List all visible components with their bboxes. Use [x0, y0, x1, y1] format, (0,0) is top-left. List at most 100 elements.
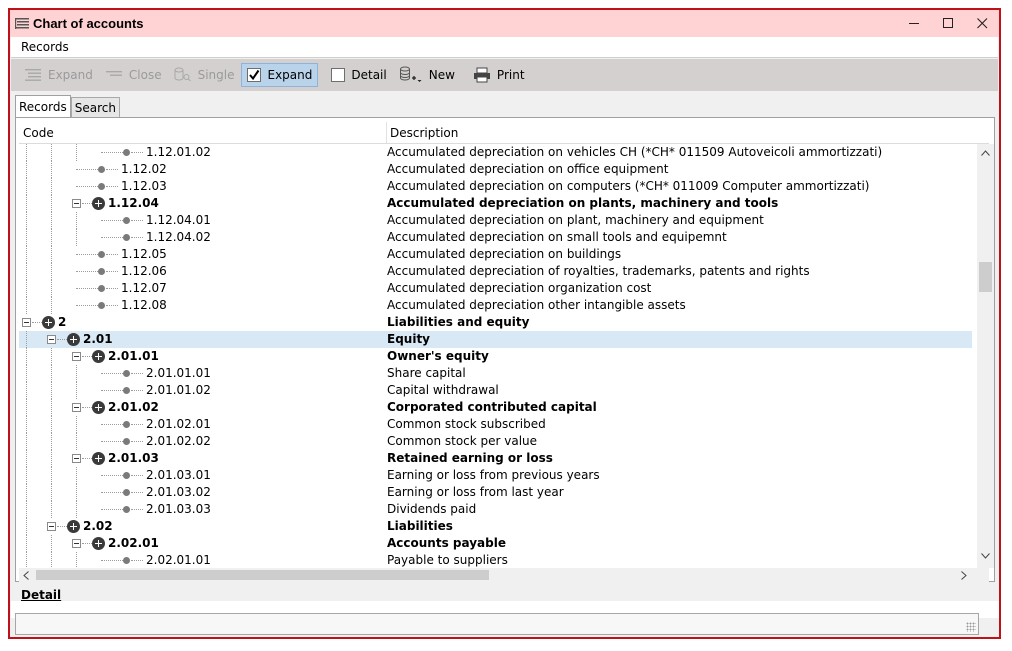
leaf-node-icon	[123, 438, 130, 445]
horizontal-scrollbar[interactable]	[19, 568, 989, 582]
detail-toggle-button[interactable]: Detail	[326, 63, 391, 87]
menu-bar: Records	[11, 37, 998, 58]
tree-row[interactable]: 1.12.06 Accumulated depreciation of royal…	[19, 263, 972, 280]
tree-row[interactable]: 1.12.04.02 Accumulated depreciation on sm…	[19, 229, 972, 246]
collapse-toggle-icon[interactable]	[72, 199, 81, 208]
folder-node-icon	[92, 537, 105, 550]
chart-of-accounts-window: Chart of accounts Records Expand Close S…	[8, 8, 1001, 639]
account-code: 2.01.02.02	[146, 434, 211, 448]
close-tree-button[interactable]: Close	[100, 63, 167, 87]
collapse-tree-icon	[105, 68, 123, 82]
collapse-toggle-icon[interactable]	[47, 522, 56, 531]
resize-grip[interactable]	[966, 622, 976, 632]
column-header-description[interactable]: Description	[387, 122, 458, 143]
account-code: 2.02	[83, 519, 113, 533]
tree-row[interactable]: 1.12.08 Accumulated depreciation other in…	[19, 297, 972, 314]
tree-row[interactable]: 2.01.03 Retained earning or loss	[19, 450, 972, 467]
account-code: 2.01	[83, 332, 113, 346]
account-description: Accumulated depreciation on small tools …	[387, 230, 727, 244]
scroll-right-icon[interactable]	[961, 571, 967, 583]
collapse-toggle-icon[interactable]	[72, 352, 81, 361]
account-description: Liabilities	[387, 519, 453, 533]
tree-row[interactable]: 2.01.01.02 Capital withdrawal	[19, 382, 972, 399]
account-code: 1.12.07	[121, 281, 167, 295]
horizontal-scroll-thumb[interactable]	[36, 570, 489, 580]
scroll-down-icon[interactable]	[981, 551, 990, 562]
account-code: 2.01.02.01	[146, 417, 211, 431]
status-bar	[15, 613, 979, 635]
minimize-icon	[908, 23, 919, 24]
collapse-toggle-icon[interactable]	[72, 403, 81, 412]
collapse-toggle-icon[interactable]	[22, 318, 31, 327]
vertical-scrollbar[interactable]	[977, 144, 994, 568]
tree-row[interactable]: 1.12.05 Accumulated depreciation on build…	[19, 246, 972, 263]
close-window-button[interactable]	[965, 10, 999, 37]
collapse-toggle-icon[interactable]	[72, 454, 81, 463]
tab-records[interactable]: Records	[15, 95, 71, 117]
account-description: Equity	[387, 332, 431, 346]
folder-node-icon	[92, 350, 105, 363]
tree-row[interactable]: 2.01.03.01 Earning or loss from previous …	[19, 467, 972, 484]
detail-link[interactable]: Detail	[21, 588, 61, 602]
leaf-node-icon	[98, 302, 105, 309]
maximize-button[interactable]	[931, 10, 965, 37]
database-add-icon	[399, 66, 423, 84]
tree-row[interactable]: 2.01 Equity	[19, 331, 972, 348]
tree-row[interactable]: 1.12.03 Accumulated depreciation on compu…	[19, 178, 972, 195]
account-description: Earning or loss from previous years	[387, 468, 600, 482]
tree-row[interactable]: 2.02.01.01 Payable to suppliers	[19, 552, 972, 568]
collapse-toggle-icon[interactable]	[47, 335, 56, 344]
tree-row[interactable]: 2.01.02 Corporated contributed capital	[19, 399, 972, 416]
tree-row[interactable]: 1.12.07 Accumulated depreciation organiza…	[19, 280, 972, 297]
window-title: Chart of accounts	[33, 16, 144, 31]
leaf-node-icon	[123, 557, 130, 564]
tree-row[interactable]: 2.01.02.01 Common stock subscribed	[19, 416, 972, 433]
menu-item-records[interactable]: Records	[11, 40, 79, 54]
tree-row[interactable]: 2.01.01 Owner's equity	[19, 348, 972, 365]
minimize-button[interactable]	[897, 10, 931, 37]
print-button[interactable]: Print	[468, 63, 530, 87]
column-header-code[interactable]: Code	[19, 122, 387, 143]
database-search-icon	[174, 67, 192, 83]
account-description: Retained earning or loss	[387, 451, 553, 465]
tree-row[interactable]: 2.01.01.01 Share capital	[19, 365, 972, 382]
account-description: Common stock subscribed	[387, 417, 546, 431]
detail-checkbox[interactable]	[331, 68, 346, 82]
new-button[interactable]: New	[394, 63, 460, 87]
tree-row[interactable]: 2 Liabilities and equity	[19, 314, 972, 331]
tree-row[interactable]: 2.01.02.02 Common stock per value	[19, 433, 972, 450]
expand-checkbox[interactable]	[247, 68, 262, 82]
leaf-node-icon	[123, 489, 130, 496]
tree-row[interactable]: 1.12.04 Accumulated depreciation on plant…	[19, 195, 972, 212]
tree-row[interactable]: 2.02.01 Accounts payable	[19, 535, 972, 552]
tree-row[interactable]: 1.12.02 Accumulated depreciation on offic…	[19, 161, 972, 178]
tree-row[interactable]: 2.01.03.03 Dividends paid	[19, 501, 972, 518]
account-description: Accumulated depreciation other intangibl…	[387, 298, 686, 312]
account-code: 1.12.03	[121, 179, 167, 193]
account-code: 2	[58, 315, 67, 329]
tree-row[interactable]: 2.02 Liabilities	[19, 518, 972, 535]
tree-row[interactable]: 1.12.01.02 Accumulated depreciation on ve…	[19, 144, 972, 161]
account-description: Capital withdrawal	[387, 383, 499, 397]
tree-row[interactable]: 2.01.03.02 Earning or loss from last year	[19, 484, 972, 501]
expand-toggle-button[interactable]: Expand	[241, 63, 319, 87]
tab-search[interactable]: Search	[70, 97, 120, 117]
close-icon	[976, 18, 987, 29]
scroll-up-icon[interactable]	[981, 148, 990, 159]
account-code: 2.01.01	[108, 349, 159, 363]
account-code: 2.01.03.03	[146, 502, 211, 516]
account-code: 2.01.02	[108, 400, 159, 414]
account-code: 1.12.06	[121, 264, 167, 278]
account-code: 1.12.04	[108, 196, 159, 210]
toolbar: Expand Close Single Expand Detail New Pr…	[11, 59, 998, 91]
vertical-scroll-thumb[interactable]	[979, 262, 992, 292]
single-button[interactable]: Single	[169, 63, 240, 87]
collapse-toggle-icon[interactable]	[72, 539, 81, 548]
expand-tree-icon	[24, 68, 42, 82]
expand-all-button[interactable]: Expand	[19, 63, 98, 87]
leaf-node-icon	[123, 387, 130, 394]
account-description: Liabilities and equity	[387, 315, 530, 329]
scroll-left-icon[interactable]	[23, 571, 29, 583]
tree-row[interactable]: 1.12.04.01 Accumulated depreciation on pl…	[19, 212, 972, 229]
account-code: 2.01.01.02	[146, 383, 211, 397]
